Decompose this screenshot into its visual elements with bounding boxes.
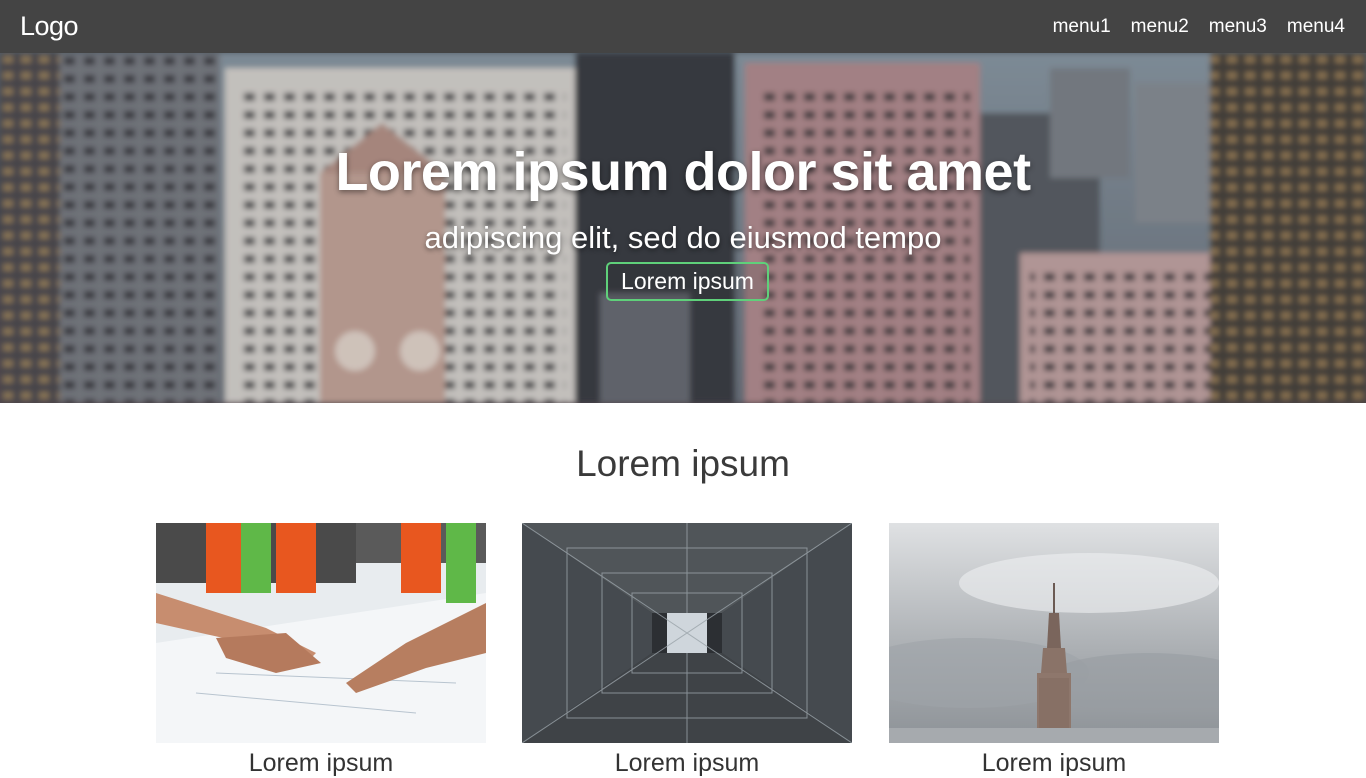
- hero-banner: Lorem ipsum dolor sit amet adipiscing el…: [0, 53, 1366, 403]
- card-2[interactable]: Lorem ipsum: [522, 523, 852, 778]
- main-menu: menu1 menu2 menu3 menu4: [1053, 16, 1345, 38]
- top-navbar: Logo menu1 menu2 menu3 menu4: [0, 0, 1366, 53]
- menu-item-3[interactable]: menu3: [1209, 16, 1267, 38]
- hero-title: Lorem ipsum dolor sit amet: [335, 142, 1031, 202]
- hero-subtitle: adipiscing elit, sed do eiusmod tempo: [424, 220, 942, 255]
- building-atrium-image: [522, 523, 852, 743]
- construction-workers-image: [156, 523, 486, 743]
- menu-item-1[interactable]: menu1: [1053, 16, 1111, 38]
- menu-item-4[interactable]: menu4: [1287, 16, 1345, 38]
- logo[interactable]: Logo: [20, 11, 79, 42]
- card-3-title: Lorem ipsum: [981, 749, 1127, 777]
- card-3[interactable]: Lorem ipsum: [889, 523, 1219, 778]
- hero-cta-button[interactable]: Lorem ipsum: [606, 262, 769, 301]
- section-title: Lorem ipsum: [576, 443, 790, 484]
- card-1-title: Lorem ipsum: [248, 749, 394, 777]
- skyscraper-cloudy-image: [889, 523, 1219, 743]
- menu-item-2[interactable]: menu2: [1131, 16, 1189, 38]
- card-1[interactable]: Lorem ipsum: [156, 523, 486, 778]
- card-2-title: Lorem ipsum: [614, 749, 760, 777]
